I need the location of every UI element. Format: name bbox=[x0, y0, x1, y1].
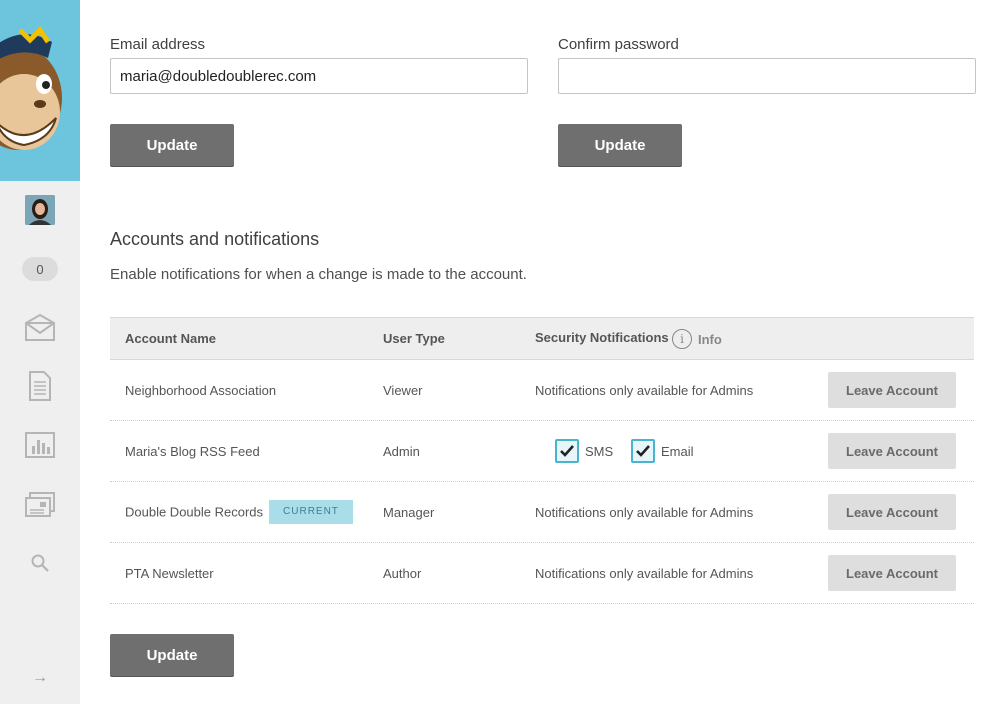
info-icon[interactable]: i bbox=[672, 329, 692, 349]
leave-account-button[interactable]: Leave Account bbox=[828, 555, 956, 591]
user-type: Viewer bbox=[383, 383, 423, 398]
checkmark-icon bbox=[636, 445, 650, 457]
notifications-text: Notifications only available for Admins bbox=[535, 383, 754, 398]
current-badge: CURRENT bbox=[269, 500, 353, 524]
table-row: PTA Newsletter Author Notifications only… bbox=[110, 543, 974, 604]
email-field[interactable] bbox=[110, 58, 528, 94]
user-type: Admin bbox=[383, 444, 420, 459]
logo-monkey[interactable] bbox=[0, 0, 80, 181]
campaigns-envelope-icon[interactable] bbox=[0, 312, 80, 342]
update-email-button[interactable]: Update bbox=[110, 124, 234, 166]
email-checkbox-group[interactable]: Email bbox=[631, 439, 694, 463]
sms-label[interactable]: SMS bbox=[585, 444, 613, 459]
user-type: Manager bbox=[383, 505, 435, 520]
sms-checkbox-group[interactable]: SMS bbox=[555, 439, 613, 463]
table-row: Double Double Records CURRENT Manager Not… bbox=[110, 482, 974, 543]
automation-icon[interactable] bbox=[0, 490, 80, 520]
account-name: PTA Newsletter bbox=[125, 566, 214, 581]
sidebar: 0 → bbox=[0, 0, 80, 704]
table-row: Neighborhood Association Viewer Notifica… bbox=[110, 360, 974, 421]
notifications-text: Notifications only available for Admins bbox=[535, 566, 754, 581]
notifications-text: Notifications only available for Admins bbox=[535, 505, 754, 520]
header-account-name: Account Name bbox=[125, 331, 217, 346]
leave-account-button[interactable]: Leave Account bbox=[828, 494, 956, 530]
main-content: Email address Update Confirm password Up… bbox=[80, 0, 1004, 704]
checkmark-icon bbox=[560, 445, 574, 457]
email-label: Email address bbox=[110, 36, 206, 53]
update-notifications-button[interactable]: Update bbox=[110, 634, 234, 676]
confirm-password-field[interactable] bbox=[558, 58, 976, 94]
leave-account-button[interactable]: Leave Account bbox=[828, 372, 956, 408]
account-name-cell: Double Double Records CURRENT bbox=[125, 500, 353, 525]
section-description: Enable notifications for when a change i… bbox=[110, 266, 527, 283]
account-name: Maria's Blog RSS Feed bbox=[125, 444, 260, 459]
info-label[interactable]: Info bbox=[698, 332, 722, 347]
table-header: Account Name User Type Security Notifica… bbox=[110, 317, 974, 360]
collapse-arrow-icon[interactable]: → bbox=[0, 668, 80, 688]
account-name: Neighborhood Association bbox=[125, 383, 277, 398]
sms-checkbox[interactable] bbox=[555, 439, 579, 463]
info-button[interactable]: i Info bbox=[672, 329, 722, 349]
update-password-button[interactable]: Update bbox=[558, 124, 682, 166]
reports-chart-icon[interactable] bbox=[0, 430, 80, 460]
email-checkbox[interactable] bbox=[631, 439, 655, 463]
avatar[interactable] bbox=[0, 194, 80, 226]
user-avatar[interactable] bbox=[25, 195, 55, 225]
email-label[interactable]: Email bbox=[661, 444, 694, 459]
templates-document-icon[interactable] bbox=[0, 370, 80, 402]
header-security-notifications: Security Notifications bbox=[535, 330, 669, 345]
notification-count-badge[interactable]: 0 bbox=[22, 257, 58, 281]
section-title: Accounts and notifications bbox=[110, 229, 320, 249]
table-row: Maria's Blog RSS Feed Admin SMS Email Le… bbox=[110, 421, 974, 482]
search-icon[interactable] bbox=[0, 552, 80, 574]
leave-account-button[interactable]: Leave Account bbox=[828, 433, 956, 469]
accounts-table: Account Name User Type Security Notifica… bbox=[110, 317, 974, 604]
notification-count-item[interactable]: 0 bbox=[0, 256, 80, 282]
account-name: Double Double Records bbox=[125, 504, 264, 520]
user-type: Author bbox=[383, 566, 422, 581]
confirm-password-label: Confirm password bbox=[558, 36, 679, 53]
header-user-type: User Type bbox=[383, 331, 445, 346]
